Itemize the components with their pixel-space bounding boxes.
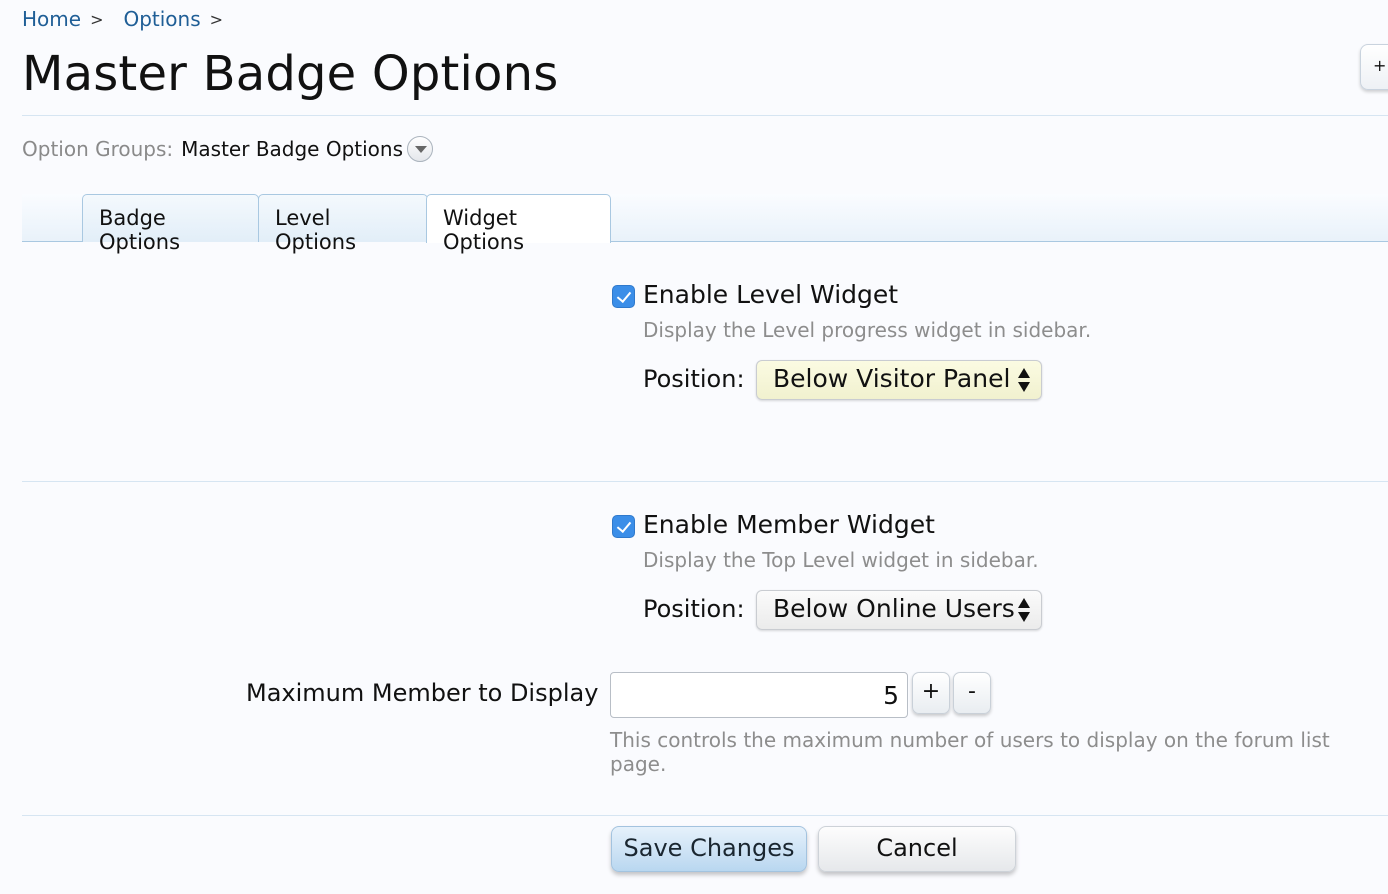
breadcrumb-options-link[interactable]: Options <box>123 7 200 31</box>
member-position-select[interactable]: Below Online Users <box>756 590 1042 630</box>
enable-member-widget-label[interactable]: Enable Member Widget <box>643 510 935 539</box>
breadcrumb: Home > Options > <box>22 7 243 31</box>
increment-button[interactable]: + <box>912 672 950 714</box>
up-down-arrows-icon <box>1018 368 1030 394</box>
option-groups-label: Option Groups: <box>22 137 174 161</box>
member-widget-hint: Display the Top Level widget in sidebar. <box>643 548 1039 572</box>
chevron-down-icon[interactable] <box>407 136 434 162</box>
option-groups-selector: Option Groups: Master Badge Options <box>22 136 434 162</box>
level-widget-hint: Display the Level progress widget in sid… <box>643 318 1092 342</box>
tab-level-options[interactable]: Level Options <box>258 194 428 254</box>
max-member-input[interactable]: 5 <box>610 672 908 718</box>
tab-bar: Badge Options Level Options Widget Optio… <box>22 194 1388 254</box>
save-changes-button[interactable]: Save Changes <box>611 826 807 872</box>
tab-badge-options[interactable]: Badge Options <box>82 194 259 254</box>
cancel-button[interactable]: Cancel <box>818 826 1016 872</box>
enable-level-widget-checkbox[interactable] <box>612 285 635 308</box>
breadcrumb-separator: > <box>209 9 224 29</box>
page-title: Master Badge Options <box>22 46 559 102</box>
divider <box>22 815 1388 816</box>
up-down-arrows-icon <box>1018 598 1030 624</box>
level-position-value: Below Visitor Panel <box>773 364 1011 393</box>
member-position-label: Position: <box>643 595 745 623</box>
level-position-select[interactable]: Below Visitor Panel <box>756 360 1042 400</box>
divider <box>22 481 1388 482</box>
option-groups-value[interactable]: Master Badge Options <box>181 137 403 161</box>
member-position-value: Below Online Users <box>773 594 1015 623</box>
enable-member-widget-checkbox[interactable] <box>612 515 635 538</box>
level-position-label: Position: <box>643 365 745 393</box>
breadcrumb-home-link[interactable]: Home <box>22 7 81 31</box>
max-member-label: Maximum Member to Display <box>246 679 599 707</box>
enable-level-widget-label[interactable]: Enable Level Widget <box>643 280 898 309</box>
tab-widget-options[interactable]: Widget Options <box>426 194 611 254</box>
max-member-hint: This controls the maximum number of user… <box>610 728 1330 776</box>
add-button[interactable]: + <box>1360 44 1388 90</box>
decrement-button[interactable]: - <box>953 672 991 714</box>
divider <box>22 115 1388 116</box>
breadcrumb-separator: > <box>90 9 104 29</box>
